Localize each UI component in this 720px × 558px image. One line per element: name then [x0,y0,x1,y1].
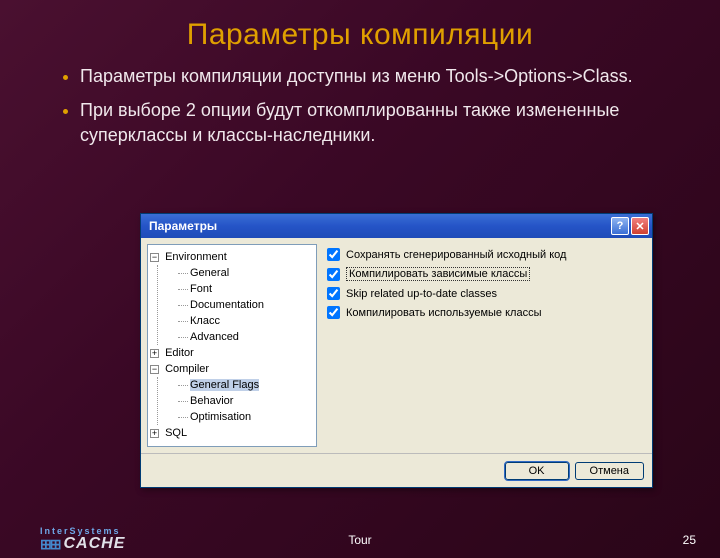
tree-node-behavior[interactable]: Behavior [190,395,233,407]
cancel-button[interactable]: Отмена [575,462,644,480]
tree-expand-icon[interactable]: + [150,429,159,438]
ok-button[interactable]: OK [505,462,569,480]
check-row: Компилировать используемые классы [327,306,642,319]
tree-node-editor[interactable]: Editor [165,347,194,359]
tree-collapse-icon[interactable]: − [150,253,159,262]
tree-collapse-icon[interactable]: − [150,365,159,374]
check-row: Skip related up-to-date classes [327,287,642,300]
keep-source-checkbox[interactable] [327,248,340,261]
dialog-footer: OK Отмена [141,453,652,487]
compile-dependent-checkbox[interactable] [327,268,340,281]
compile-used-label: Компилировать используемые классы [346,307,541,319]
bullet-item: При выборе 2 опции будут откомплированны… [80,98,680,147]
dialog-title: Параметры [149,219,609,233]
tree-node-general-flags[interactable]: General Flags [190,379,259,391]
options-dialog: Параметры ? ✕ − Environment General Font… [140,213,653,488]
tree-node-compiler[interactable]: Compiler [165,363,209,375]
slide-title: Параметры компиляции [0,18,720,52]
options-checkboxes: Сохранять сгенерированный исходный код К… [323,244,646,447]
compile-dependent-label: Компилировать зависимые классы [346,267,530,281]
skip-uptodate-checkbox[interactable] [327,287,340,300]
tree-node-class[interactable]: Класс [190,315,220,327]
tree-expand-icon[interactable]: + [150,349,159,358]
compile-used-checkbox[interactable] [327,306,340,319]
options-tree[interactable]: − Environment General Font Documentation… [147,244,317,447]
dialog-titlebar: Параметры ? ✕ [141,214,652,238]
tree-node-general[interactable]: General [190,267,229,279]
tree-node-advanced[interactable]: Advanced [190,331,239,343]
bullet-item: Параметры компиляции доступны из меню To… [80,64,680,88]
logo-cube-icon: ⊞⊞ [40,537,59,551]
tree-node-optimisation[interactable]: Optimisation [190,411,251,423]
tree-node-documentation[interactable]: Documentation [190,299,264,311]
tree-node-sql[interactable]: SQL [165,427,187,439]
check-row: Компилировать зависимые классы [327,267,642,281]
bullet-area: Параметры компиляции доступны из меню To… [0,64,720,147]
skip-uptodate-label: Skip related up-to-date classes [346,288,497,300]
help-button[interactable]: ? [611,217,629,235]
keep-source-label: Сохранять сгенерированный исходный код [346,249,566,261]
tree-node-environment[interactable]: Environment [165,251,227,263]
tree-node-font[interactable]: Font [190,283,212,295]
close-button[interactable]: ✕ [631,217,649,235]
check-row: Сохранять сгенерированный исходный код [327,248,642,261]
logo-product: CACHE [63,536,125,552]
